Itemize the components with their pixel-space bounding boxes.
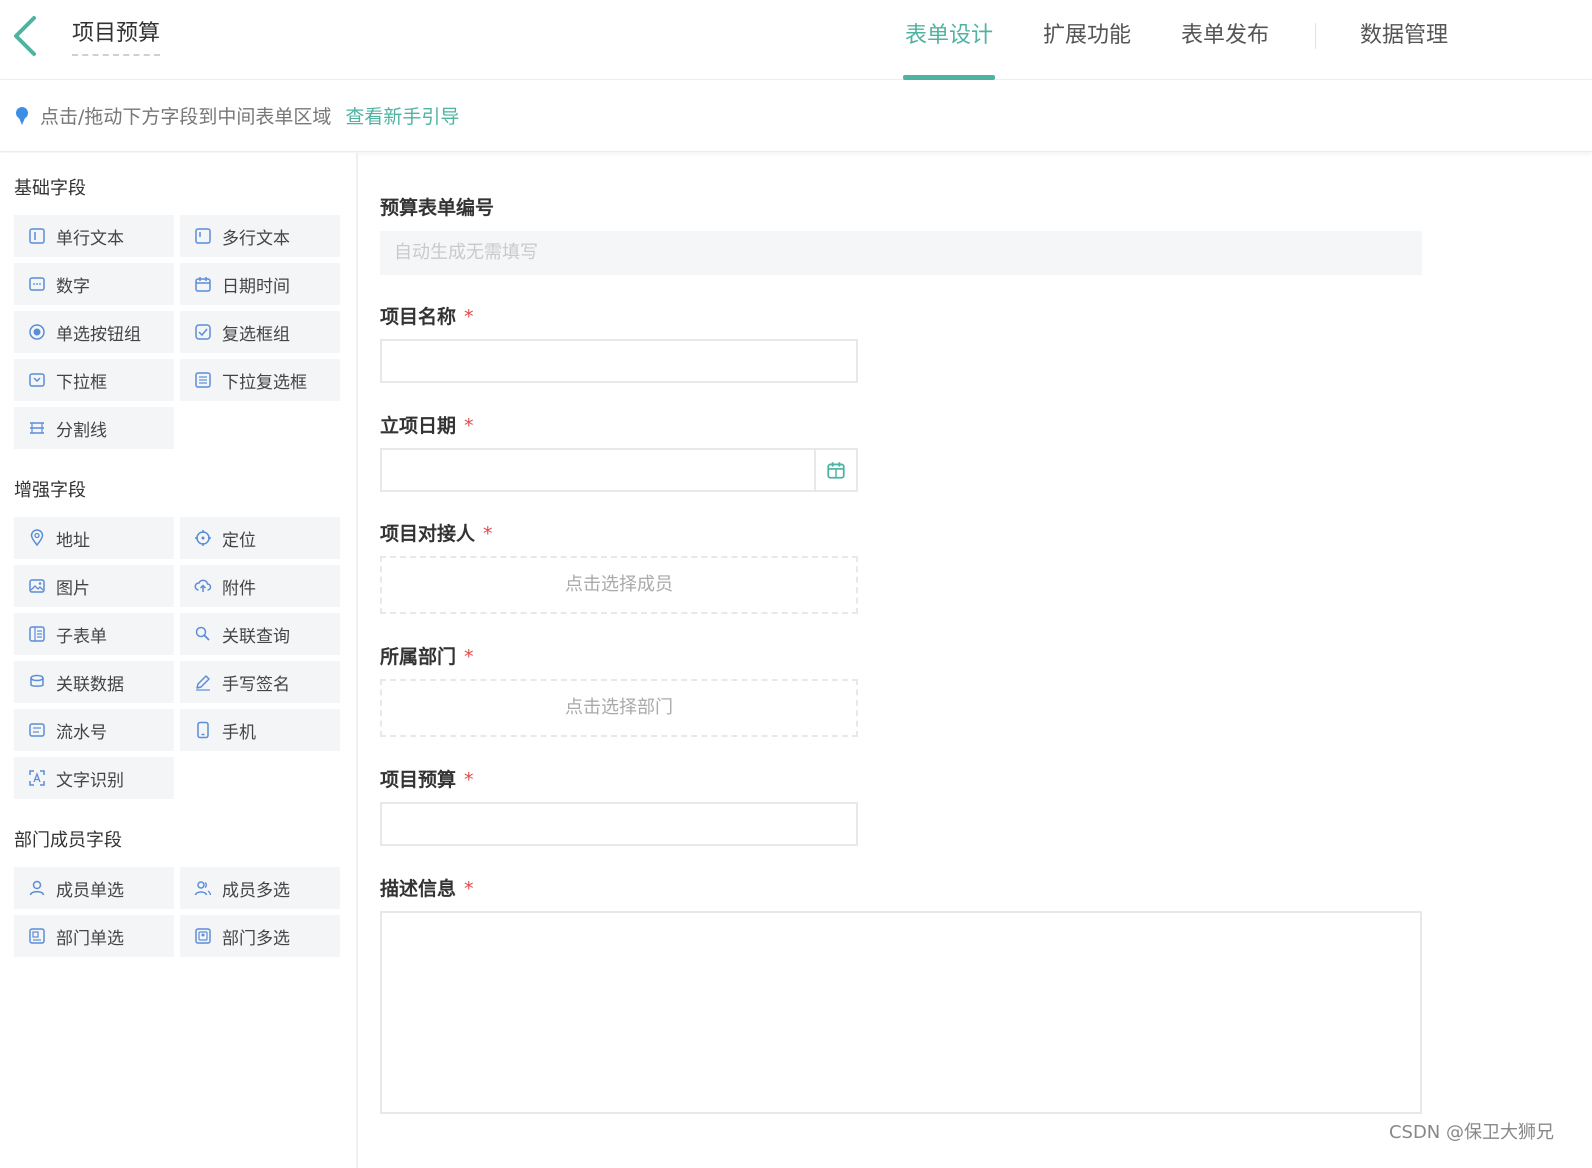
serial-number-icon [29, 723, 45, 737]
users-icon [194, 881, 212, 896]
select-department-button[interactable]: 点击选择部门 [380, 679, 858, 737]
field-datetime[interactable]: 日期时间 [180, 263, 340, 305]
field-serial-number[interactable]: 流水号 [14, 709, 174, 751]
multi-line-text-icon [195, 228, 211, 244]
date-picker-button[interactable] [814, 450, 856, 490]
single-line-text-icon [29, 228, 45, 244]
field-signature[interactable]: 手写签名 [180, 661, 340, 703]
field-member-multi[interactable]: 成员多选 [180, 867, 340, 909]
field-address[interactable]: 地址 [14, 517, 174, 559]
basic-fields-grid: 单行文本 多行文本 数字 日期时间 单选按钮组 复选框组 下拉框 下拉复选框 分… [14, 215, 356, 449]
department-icon [29, 928, 45, 944]
tab-data-management[interactable]: 数据管理 [1360, 0, 1448, 80]
dropdown-icon [29, 373, 45, 387]
field-location[interactable]: 定位 [180, 517, 340, 559]
group-title-basic: 基础字段 [14, 178, 86, 199]
group-title-dept-member: 部门成员字段 [14, 830, 122, 851]
project-name-input[interactable] [380, 339, 858, 383]
field-single-line-text[interactable]: 单行文本 [14, 215, 174, 257]
top-tabs: 表单设计 扩展功能 表单发布 数据管理 [902, 0, 1448, 80]
field-subform[interactable]: 子表单 [14, 613, 174, 655]
project-budget-input[interactable] [380, 802, 858, 846]
back-chevron-icon[interactable] [10, 14, 40, 58]
watermark: CSDN @保卫大狮兄 [1388, 1122, 1554, 1143]
hint-text: 点击/拖动下方字段到中间表单区域 [40, 106, 332, 128]
field-checkbox-group[interactable]: 复选框组 [180, 311, 340, 353]
select-member-button[interactable]: 点击选择成员 [380, 556, 858, 614]
label-project-budget: 项目预算 * [380, 769, 474, 791]
label-project-date: 立项日期 * [380, 415, 474, 437]
enhanced-fields-grid: 地址 定位 图片 附件 子表单 关联查询 关联数据 手写签名 流水号 手机 文字… [14, 517, 356, 799]
pen-icon [196, 675, 210, 691]
number-icon [29, 277, 45, 291]
guide-link[interactable]: 查看新手引导 [345, 102, 459, 129]
label-budget-form-no: 预算表单编号 [380, 197, 495, 219]
label-department: 所属部门 * [380, 646, 474, 668]
tab-form-design[interactable]: 表单设计 [902, 0, 996, 80]
crosshair-icon [195, 530, 211, 546]
linked-data-icon [30, 674, 44, 687]
phone-icon [197, 721, 209, 739]
hint-bar: 点击/拖动下方字段到中间表单区域 查看新手引导 [0, 80, 1592, 152]
ocr-icon [29, 770, 45, 786]
field-image[interactable]: 图片 [14, 565, 174, 607]
field-linked-data[interactable]: 关联数据 [14, 661, 174, 703]
calendar-icon [195, 277, 211, 292]
tab-divider [1315, 23, 1317, 49]
dropdown-checklist-icon [195, 372, 211, 388]
field-dropdown[interactable]: 下拉框 [14, 359, 174, 401]
upload-cloud-icon [194, 579, 212, 592]
field-dept-single[interactable]: 部门单选 [14, 915, 174, 957]
field-palette: 基础字段 单行文本 多行文本 数字 日期时间 单选按钮组 复选框组 下拉框 下拉… [0, 153, 358, 1168]
calendar-icon [827, 462, 845, 479]
bulb-icon [16, 106, 28, 125]
top-header: 项目预算 表单设计 扩展功能 表单发布 数据管理 [0, 0, 1592, 80]
project-date-input[interactable] [380, 448, 858, 492]
departments-icon [195, 928, 211, 944]
field-multi-line-text[interactable]: 多行文本 [180, 215, 340, 257]
field-ocr[interactable]: 文字识别 [14, 757, 174, 799]
image-icon [29, 579, 45, 593]
tab-extensions[interactable]: 扩展功能 [1043, 0, 1131, 80]
dept-member-fields-grid: 成员单选 成员多选 部门单选 部门多选 [14, 867, 356, 957]
field-attachment[interactable]: 附件 [180, 565, 340, 607]
description-textarea[interactable] [380, 911, 1422, 1114]
field-phone[interactable]: 手机 [180, 709, 340, 751]
location-pin-icon [30, 529, 44, 547]
user-icon [29, 880, 45, 896]
field-number[interactable]: 数字 [14, 263, 174, 305]
field-linked-query[interactable]: 关联查询 [180, 613, 340, 655]
field-dept-multi[interactable]: 部门多选 [180, 915, 340, 957]
budget-form-no-input: 自动生成无需填写 [380, 231, 1422, 275]
field-divider[interactable]: 分割线 [14, 407, 174, 449]
field-member-single[interactable]: 成员单选 [14, 867, 174, 909]
subform-icon [29, 626, 45, 642]
label-project-contact: 项目对接人 * [380, 523, 493, 545]
linked-query-icon [195, 626, 210, 641]
tab-form-publish[interactable]: 表单发布 [1181, 0, 1269, 80]
form-canvas: 预算表单编号 自动生成无需填写 项目名称 * 立项日期 * 项目对接人 * 点击选择成… [380, 153, 1580, 1168]
radio-icon [29, 324, 45, 340]
checkbox-icon [195, 324, 211, 340]
label-project-name: 项目名称 * [380, 306, 474, 328]
field-radio-group[interactable]: 单选按钮组 [14, 311, 174, 353]
group-title-enhanced: 增强字段 [14, 480, 86, 501]
field-dropdown-checklist[interactable]: 下拉复选框 [180, 359, 340, 401]
app-title[interactable]: 项目预算 [72, 20, 161, 56]
divider-icon [30, 422, 44, 434]
label-description: 描述信息 * [380, 878, 474, 900]
